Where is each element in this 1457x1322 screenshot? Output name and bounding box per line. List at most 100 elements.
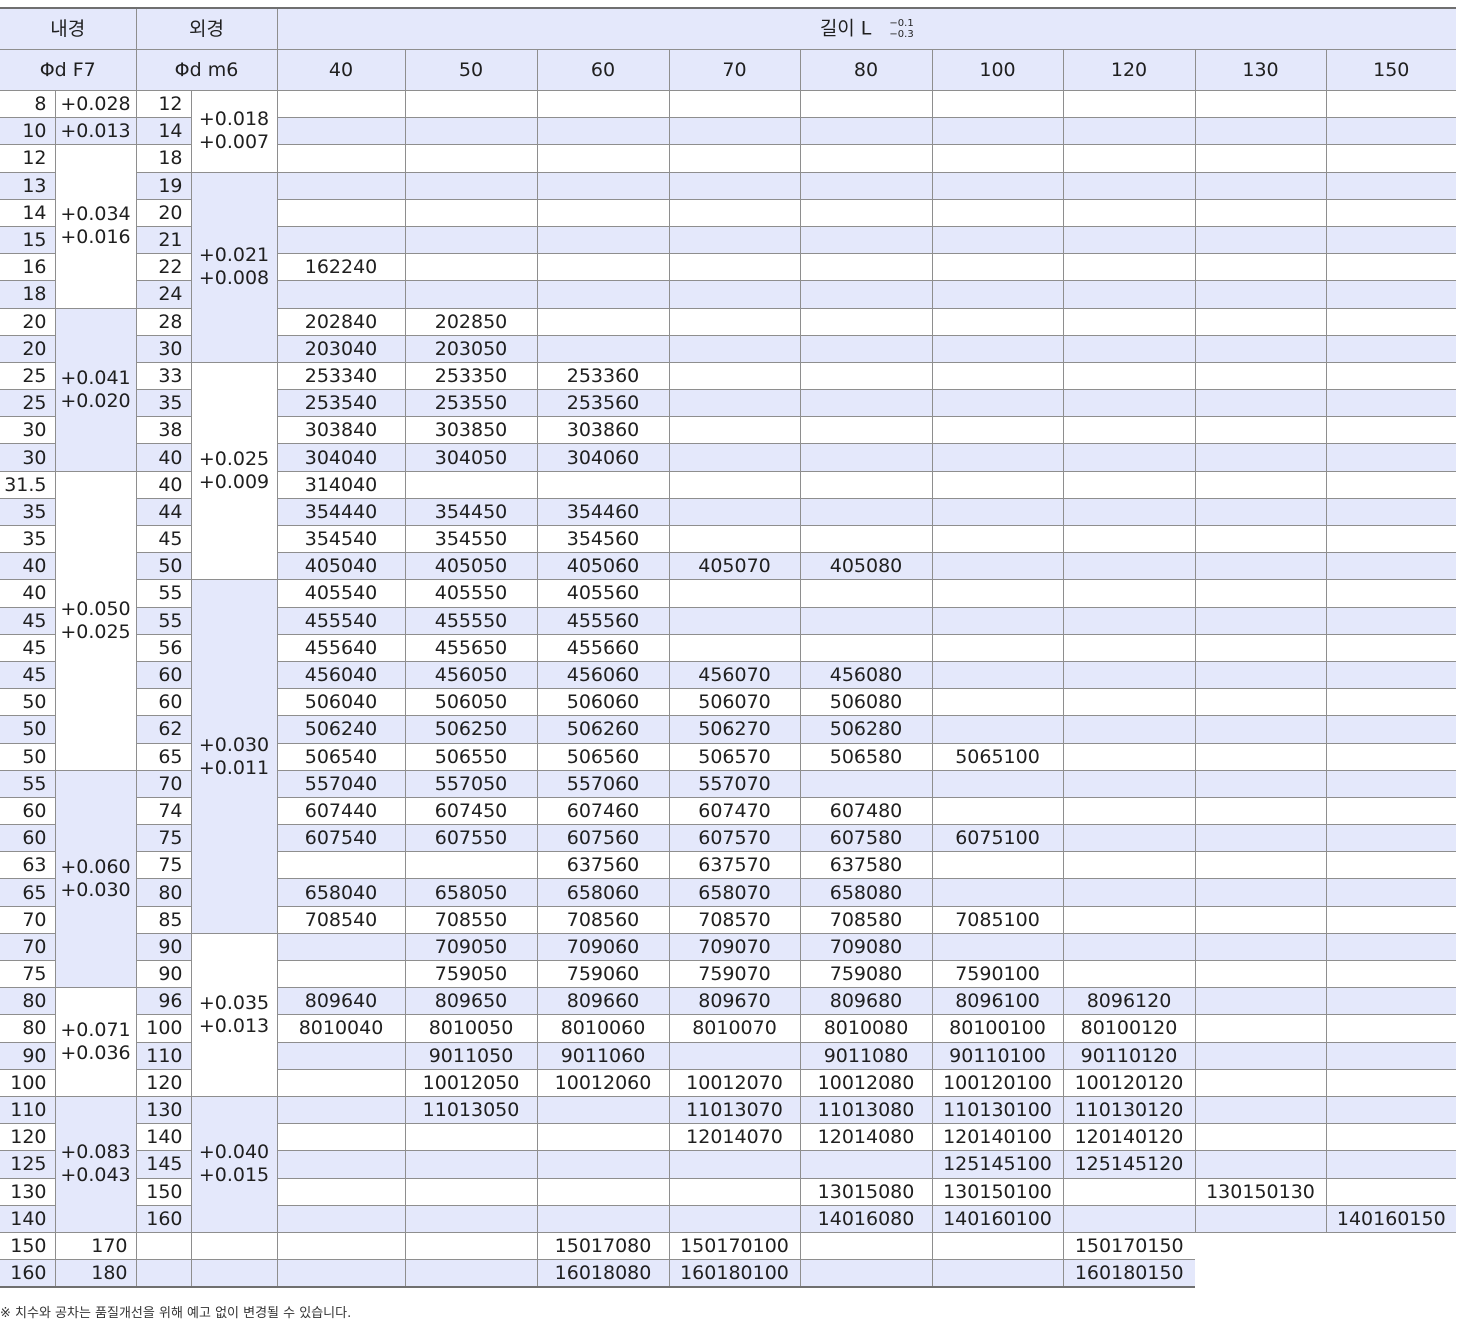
part-number-cell — [1194, 307, 1327, 336]
outer-tolerance-cell: +0.018 +0.007 — [190, 90, 278, 173]
part-number-cell — [1325, 1123, 1457, 1152]
table-row: 150 170 15017080 150170100 150170150 — [0, 1231, 1456, 1261]
part-number-cell — [799, 524, 933, 554]
part-number-cell — [1325, 715, 1457, 744]
outer-diameter-cell: 38 — [135, 416, 192, 445]
outer-diameter-cell: 85 — [135, 905, 192, 934]
part-number-cell — [931, 688, 1064, 717]
part-number-cell: 607480 — [799, 796, 933, 826]
part-number-cell — [799, 117, 933, 146]
part-number-cell — [931, 497, 1064, 527]
part-number-cell — [799, 253, 933, 282]
part-number-cell: 658040 — [276, 878, 406, 907]
part-number-cell: 253550 — [404, 389, 538, 418]
part-number-cell — [536, 334, 670, 363]
part-number-cell: 11013050 — [404, 1095, 538, 1125]
inner-diameter-cell: 20 — [0, 334, 56, 363]
part-number-cell: 9011050 — [404, 1041, 538, 1070]
inner-diameter-cell: 125 — [0, 1150, 56, 1179]
part-number-cell — [1062, 552, 1196, 581]
part-number-cell: 759070 — [668, 959, 801, 989]
part-number-cell: 456040 — [276, 660, 406, 690]
part-number-cell: 8010060 — [536, 1014, 670, 1043]
length-col-header: 130 — [1194, 49, 1327, 91]
part-number-cell — [536, 253, 670, 282]
part-number-cell: 162240 — [276, 253, 406, 282]
part-number-cell: 607460 — [536, 796, 670, 826]
outer-diameter-cell: 56 — [135, 633, 192, 662]
part-number-cell — [1194, 660, 1327, 690]
part-number-cell — [931, 416, 1064, 445]
part-number-cell: 110130100 — [931, 1095, 1064, 1125]
part-number-cell — [1325, 497, 1457, 527]
part-number-cell — [1194, 443, 1327, 472]
part-number-cell: 140160100 — [931, 1204, 1064, 1233]
part-number-cell — [931, 389, 1064, 418]
part-number-cell — [1194, 1095, 1327, 1125]
inner-diameter-cell: 75 — [0, 959, 56, 989]
part-number-cell: 557040 — [276, 769, 406, 798]
part-number-cell: 90110120 — [1062, 1041, 1196, 1070]
outer-diameter-cell: 145 — [135, 1150, 192, 1179]
part-number-cell — [1062, 851, 1196, 880]
part-number-cell — [1325, 932, 1457, 962]
part-number-cell — [1062, 416, 1196, 445]
outer-diameter-cell: 65 — [135, 742, 192, 771]
part-number-cell — [276, 1068, 406, 1097]
inner-diameter-cell: 50 — [0, 742, 56, 771]
part-number-cell: 506270 — [668, 715, 801, 744]
part-number-cell: 506570 — [668, 742, 801, 771]
outer-diameter-cell: 90 — [135, 932, 192, 962]
part-number-cell — [931, 171, 1064, 200]
part-number-cell: 120140120 — [1062, 1123, 1196, 1152]
part-number-cell — [1194, 552, 1327, 581]
part-number-cell — [1325, 851, 1457, 880]
part-number-cell: 759050 — [404, 959, 538, 989]
part-number-cell — [404, 89, 538, 119]
part-number-cell: 759060 — [536, 959, 670, 989]
part-number-cell — [931, 198, 1064, 227]
part-number-cell — [536, 1095, 670, 1125]
part-number-cell: 253340 — [276, 361, 406, 391]
outer-diameter-cell: 74 — [135, 796, 192, 826]
inner-diameter-cell: 120 — [0, 1123, 56, 1152]
inner-diameter-cell: 30 — [0, 443, 56, 472]
part-number-cell — [799, 307, 933, 336]
part-number-cell: 708570 — [668, 905, 801, 934]
part-number-cell: 7085100 — [931, 905, 1064, 934]
part-number-cell — [1325, 987, 1457, 1016]
dimension-table-container: 내경 외경 길이 L −0.1 −0.3 Φd F7 Φd m6 40 50 60 70 8… — [0, 7, 1457, 1289]
part-number-cell — [799, 361, 933, 391]
part-number-cell — [1194, 253, 1327, 282]
part-number-cell — [1194, 389, 1327, 418]
part-number-cell — [1194, 715, 1327, 744]
part-number-cell — [1194, 987, 1327, 1016]
outer-diameter-cell: 150 — [135, 1177, 192, 1206]
inner-diameter-cell: 90 — [0, 1041, 56, 1070]
outer-diameter-cell: 110 — [135, 1041, 192, 1070]
part-number-cell — [1194, 334, 1327, 363]
part-number-cell — [799, 225, 933, 255]
inner-diameter-cell: 150 — [0, 1231, 56, 1261]
part-number-cell — [1325, 524, 1457, 554]
part-number-cell — [799, 633, 933, 662]
part-number-cell: 354460 — [536, 497, 670, 527]
part-number-cell — [1062, 198, 1196, 227]
outer-diameter-cell: 40 — [135, 470, 192, 499]
part-number-cell: 8096120 — [1062, 987, 1196, 1016]
inner-tolerance-cell: +0.060 +0.030 — [54, 769, 137, 989]
inner-tolerance-class: Φd F7 — [0, 49, 137, 91]
part-number-cell: 405540 — [276, 579, 406, 608]
part-number-cell — [1325, 552, 1457, 581]
part-number-cell: 658080 — [799, 878, 933, 907]
part-number-cell — [276, 1095, 406, 1125]
part-number-cell: 405040 — [276, 552, 406, 581]
inner-diameter-cell: 12 — [0, 144, 56, 173]
table-row: 70 90 +0.035 +0.013 709050 709060 709070 70908… — [0, 932, 1457, 1097]
part-number-cell: 759080 — [799, 959, 933, 989]
part-number-cell: 506250 — [404, 715, 538, 744]
part-number-cell — [190, 1259, 278, 1289]
part-number-cell: 16018080 — [536, 1259, 670, 1289]
inner-diameter-cell: 40 — [0, 552, 56, 581]
header-row-1: 내경 외경 길이 L −0.1 −0.3 — [0, 7, 1457, 50]
